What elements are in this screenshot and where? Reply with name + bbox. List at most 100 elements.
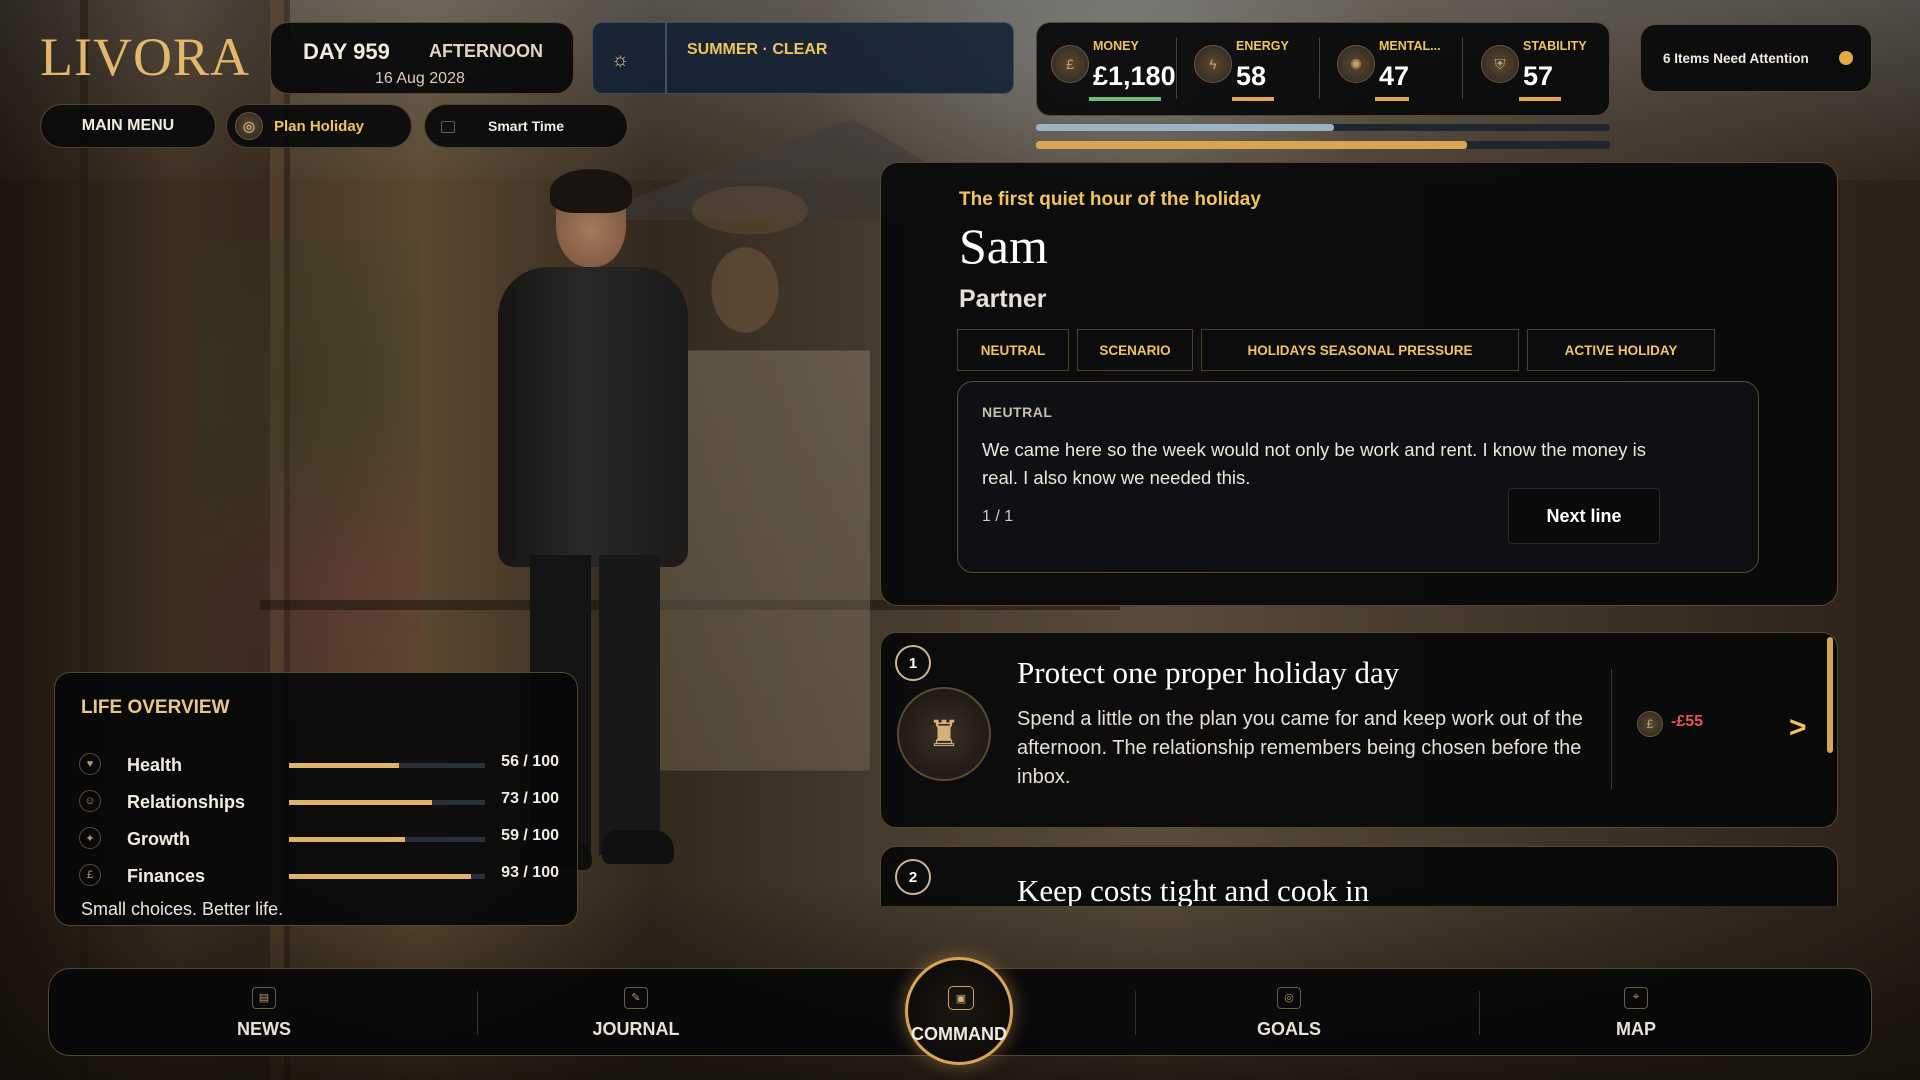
divider xyxy=(1176,37,1177,99)
choice-title: Keep costs tight and cook in xyxy=(1017,873,1370,906)
smart-time-button[interactable]: Smart Time xyxy=(424,104,628,148)
tag-neutral: NEUTRAL xyxy=(957,329,1069,371)
life-row-relationships: ☺ Relationships 73 / 100 xyxy=(79,788,559,818)
stat-bar xyxy=(1375,97,1409,101)
life-tagline: Small choices. Better life. xyxy=(81,899,284,919)
app-logo: LIVORA xyxy=(40,27,250,87)
people-icon: ☺ xyxy=(79,790,101,812)
stat-bar xyxy=(1089,97,1161,101)
coin-icon: £ xyxy=(79,864,101,886)
globe-icon: ◎ xyxy=(235,112,263,140)
divider xyxy=(1319,37,1320,99)
holiday-emblem-icon: ♜ xyxy=(897,687,991,781)
attention-button[interactable]: 6 Items Need Attention xyxy=(1640,24,1872,92)
stats-panel: £ MONEY £1,180 ϟ ENERGY 58 ✺ MENTAL... 4… xyxy=(1036,22,1610,116)
journal-icon: ✎ xyxy=(624,986,648,1009)
stat-money[interactable]: £ MONEY £1,180 xyxy=(1037,23,1177,117)
nav-news[interactable]: ▤ NEWS xyxy=(189,969,339,1057)
stat-label: STABILITY xyxy=(1523,39,1587,53)
divider xyxy=(665,23,667,93)
stat-value: 58 xyxy=(1236,61,1267,91)
nav-label: MAP xyxy=(1616,1018,1656,1039)
life-row-value: 59 / 100 xyxy=(501,827,559,844)
nav-label: JOURNAL xyxy=(592,1018,680,1039)
choice-number: 2 xyxy=(895,859,931,895)
divider xyxy=(1462,37,1463,99)
character-role: Partner xyxy=(959,285,1047,313)
character-jacket xyxy=(498,267,688,567)
plan-holiday-label: Plan Holiday xyxy=(273,117,365,135)
command-icon: ▣ xyxy=(948,986,974,1010)
life-row-label: Finances xyxy=(127,866,206,886)
nav-label: NEWS xyxy=(237,1018,291,1039)
nav-command[interactable]: ▣ COMMAND xyxy=(905,957,1013,1065)
scroll-indicator xyxy=(1827,637,1833,753)
life-row-track xyxy=(289,800,485,805)
coin-icon: £ xyxy=(1637,711,1663,737)
dialogue-panel: The first quiet hour of the holiday Sam … xyxy=(880,162,1838,606)
next-line-button[interactable]: Next line xyxy=(1508,488,1660,544)
life-row-value: 56 / 100 xyxy=(501,753,559,770)
stat-label: MONEY xyxy=(1093,39,1139,53)
progress-fill xyxy=(1036,141,1467,149)
stat-value: £1,180 xyxy=(1093,61,1176,91)
life-row-growth: ✦ Growth 59 / 100 xyxy=(79,825,559,855)
life-row-fill xyxy=(289,800,433,805)
clock-icon xyxy=(441,121,455,133)
divider xyxy=(1479,991,1480,1035)
sun-icon: ☼ xyxy=(611,49,630,71)
choice-description: Spend a little on the plan you came for … xyxy=(1017,708,1583,788)
day-counter: DAY 959 xyxy=(303,39,390,64)
nav-label: GOALS xyxy=(1256,1018,1321,1039)
divider xyxy=(477,991,478,1035)
stat-bar xyxy=(1519,97,1561,101)
nav-label: COMMAND xyxy=(911,1024,1007,1044)
stat-label: MENTAL... xyxy=(1379,39,1441,53)
stat-stability[interactable]: ⛨ STABILITY 57 xyxy=(1467,23,1607,117)
line-counter: 1 / 1 xyxy=(982,508,1014,525)
stat-value: 47 xyxy=(1379,61,1410,91)
lower-progress-bar xyxy=(1036,141,1610,149)
heart-icon: ♥ xyxy=(79,753,101,775)
coin-icon: £ xyxy=(1051,45,1089,83)
speech-mood: NEUTRAL xyxy=(982,404,1053,420)
choice-card-1[interactable]: 1 ♜ Protect one proper holiday day Spend… xyxy=(880,632,1838,828)
speech-box: NEUTRAL We came here so the week would n… xyxy=(957,381,1759,573)
tag-active-holiday: ACTIVE HOLIDAY xyxy=(1527,329,1715,371)
stat-energy[interactable]: ϟ ENERGY 58 xyxy=(1180,23,1320,117)
plan-holiday-button[interactable]: ◎ Plan Holiday xyxy=(226,104,412,148)
nav-journal[interactable]: ✎ JOURNAL xyxy=(561,969,711,1057)
life-row-label: Health xyxy=(127,755,183,775)
scene-hint: The first quiet hour of the holiday xyxy=(959,189,1261,210)
time-phase: AFTERNOON xyxy=(429,41,543,61)
life-row-health: ♥ Health 56 / 100 xyxy=(79,751,559,781)
bottom-nav: ▤ NEWS ✎ JOURNAL ▣ COMMAND ◎ GOALS ⌖ MAP xyxy=(48,957,1872,1065)
life-overview-title: LIFE OVERVIEW xyxy=(81,697,230,718)
stat-mental[interactable]: ✺ MENTAL... 47 xyxy=(1323,23,1463,117)
stat-bar xyxy=(1232,97,1274,101)
newspaper-icon: ▤ xyxy=(252,986,276,1009)
divider xyxy=(1135,991,1136,1035)
lightning-icon: ϟ xyxy=(1194,45,1232,83)
divider xyxy=(1611,669,1612,789)
life-row-fill xyxy=(289,837,405,842)
main-menu-button[interactable]: MAIN MENU xyxy=(40,104,216,148)
stat-value: 57 xyxy=(1523,61,1554,91)
choice-card-2[interactable]: 2 Keep costs tight and cook in xyxy=(880,846,1838,906)
life-overview-panel: LIFE OVERVIEW ♥ Health 56 / 100 ☺ Relati… xyxy=(54,672,578,926)
stat-label: ENERGY xyxy=(1236,39,1289,53)
tag-seasonal-pressure: HOLIDAYS SEASONAL PRESSURE xyxy=(1201,329,1519,371)
choice-number: 1 xyxy=(895,645,931,681)
life-row-fill xyxy=(289,763,399,768)
day-time-panel: DAY 959 AFTERNOON 16 Aug 2028 xyxy=(270,22,574,94)
smart-time-label: Smart Time xyxy=(488,118,564,134)
choice-cost: -£55 xyxy=(1671,713,1704,730)
life-row-track xyxy=(289,874,485,879)
choice-arrow-icon[interactable]: > xyxy=(1789,711,1807,745)
character-shoe xyxy=(602,830,674,864)
nav-goals[interactable]: ◎ GOALS xyxy=(1214,969,1364,1057)
nav-map[interactable]: ⌖ MAP xyxy=(1561,969,1711,1057)
shield-icon: ⛨ xyxy=(1481,45,1519,83)
brain-icon: ✺ xyxy=(1337,45,1375,83)
sprout-icon: ✦ xyxy=(79,827,101,849)
